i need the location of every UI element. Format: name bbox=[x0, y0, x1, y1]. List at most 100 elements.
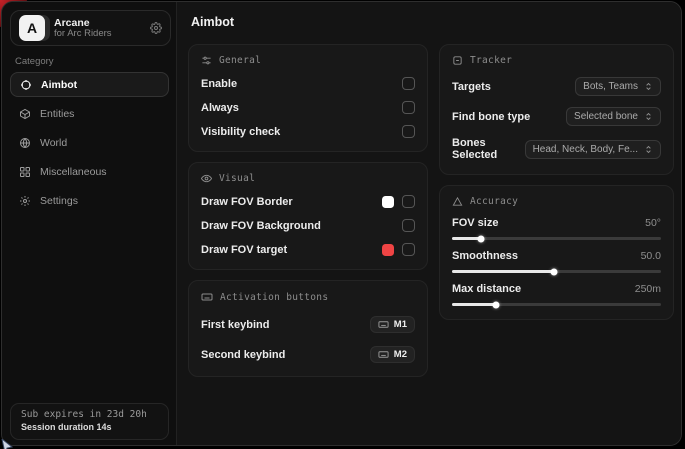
setting-row-fov-border: Draw FOV Border bbox=[201, 195, 415, 208]
card-header-label: Visual bbox=[219, 173, 255, 184]
sidebar-item-world[interactable]: World bbox=[10, 130, 169, 155]
keybind-value: M1 bbox=[394, 319, 407, 330]
fov-size-slider-group: FOV size 50° bbox=[452, 217, 661, 240]
general-card: General Enable Always Visibility check bbox=[188, 44, 428, 152]
slider-value: 50° bbox=[645, 217, 661, 229]
scan-icon bbox=[452, 55, 463, 66]
grid-icon bbox=[19, 166, 31, 178]
setting-row-second-keybind: Second keybind M2 bbox=[201, 346, 415, 363]
setting-label: Max distance bbox=[452, 283, 521, 295]
always-checkbox[interactable] bbox=[402, 101, 415, 114]
setting-label: Visibility check bbox=[201, 126, 280, 138]
brand-logo: A bbox=[19, 15, 45, 41]
setting-label: Enable bbox=[201, 78, 237, 90]
setting-label: Second keybind bbox=[201, 349, 285, 361]
category-label: Category bbox=[15, 56, 54, 67]
setting-row-fov-target: Draw FOV target bbox=[201, 243, 415, 256]
sidebar-item-entities[interactable]: Entities bbox=[10, 101, 169, 126]
setting-row-enable: Enable bbox=[201, 77, 415, 90]
slider-fill bbox=[452, 303, 496, 306]
slider-thumb[interactable] bbox=[492, 301, 499, 308]
color-swatch-red[interactable] bbox=[382, 244, 394, 256]
fov-background-checkbox[interactable] bbox=[402, 219, 415, 232]
dropdown-value: Selected bone bbox=[574, 111, 638, 122]
smoothness-slider[interactable] bbox=[452, 270, 661, 273]
app-window: A Arcane for Arc Riders Category bbox=[1, 1, 682, 446]
session-duration-text: Session duration 14s bbox=[21, 422, 158, 432]
main-content: General Enable Always Visibility check bbox=[188, 44, 674, 387]
activation-card-header: Activation buttons bbox=[201, 291, 415, 303]
sidebar-item-miscellaneous[interactable]: Miscellaneous bbox=[10, 159, 169, 184]
sidebar-item-aimbot[interactable]: Aimbot bbox=[10, 72, 169, 97]
sidebar-item-label: Entities bbox=[40, 108, 74, 120]
setting-row-fov-background: Draw FOV Background bbox=[201, 219, 415, 232]
visual-card-header: Visual bbox=[201, 173, 415, 184]
dropdown-value: Head, Neck, Body, Fe... bbox=[533, 144, 638, 155]
sidebar-nav: Aimbot Entities World bbox=[10, 72, 169, 217]
color-swatch-white[interactable] bbox=[382, 196, 394, 208]
sidebar-item-label: Settings bbox=[40, 195, 78, 207]
globe-icon bbox=[19, 137, 31, 149]
tracker-card: Tracker Targets Bots, Teams bbox=[439, 44, 674, 175]
brand-name: Arcane bbox=[54, 17, 112, 29]
setting-label: Always bbox=[201, 102, 239, 114]
accuracy-card: Accuracy FOV size 50° bbox=[439, 185, 674, 320]
slider-thumb[interactable] bbox=[478, 235, 485, 242]
sidebar-item-label: World bbox=[40, 137, 67, 149]
first-keybind-button[interactable]: M1 bbox=[370, 316, 415, 333]
setting-row-bones-selected: Bones Selected Head, Neck, Body, Fe... bbox=[452, 137, 661, 161]
visibility-check-checkbox[interactable] bbox=[402, 125, 415, 138]
sidebar-item-label: Aimbot bbox=[41, 79, 77, 91]
setting-row-targets: Targets Bots, Teams bbox=[452, 77, 661, 96]
brand-text: Arcane for Arc Riders bbox=[54, 17, 112, 40]
enable-checkbox[interactable] bbox=[402, 77, 415, 90]
settings-gear-icon bbox=[19, 195, 31, 207]
subscription-box: Sub expires in 23d 20h Session duration … bbox=[10, 403, 169, 440]
sidebar-item-settings[interactable]: Settings bbox=[10, 188, 169, 213]
setting-label: Bones Selected bbox=[452, 137, 525, 161]
right-column: Tracker Targets Bots, Teams bbox=[439, 44, 674, 387]
mouse-cursor bbox=[0, 439, 14, 449]
setting-row-find-bone-type: Find bone type Selected bone bbox=[452, 107, 661, 126]
visual-card: Visual Draw FOV Border Draw FOV Backgrou… bbox=[188, 162, 428, 270]
card-header-label: Tracker bbox=[470, 55, 512, 66]
left-column: General Enable Always Visibility check bbox=[188, 44, 428, 387]
setting-label: Smoothness bbox=[452, 250, 518, 262]
dropdown-value: Bots, Teams bbox=[583, 81, 638, 92]
fov-target-checkbox[interactable] bbox=[402, 243, 415, 256]
bones-selected-dropdown[interactable]: Head, Neck, Body, Fe... bbox=[525, 140, 661, 159]
setting-label: Targets bbox=[452, 81, 491, 93]
slider-value: 250m bbox=[635, 283, 661, 295]
accuracy-card-header: Accuracy bbox=[452, 196, 661, 207]
setting-label: Draw FOV Background bbox=[201, 220, 321, 232]
brand-card: A Arcane for Arc Riders bbox=[10, 10, 171, 46]
eye-icon bbox=[201, 173, 212, 184]
fov-border-checkbox[interactable] bbox=[402, 195, 415, 208]
second-keybind-button[interactable]: M2 bbox=[370, 346, 415, 363]
slider-value: 50.0 bbox=[641, 250, 661, 262]
brand-subtitle: for Arc Riders bbox=[54, 29, 112, 40]
triangle-icon bbox=[452, 196, 463, 207]
max-distance-slider[interactable] bbox=[452, 303, 661, 306]
sliders-icon bbox=[201, 55, 212, 66]
keyboard-icon bbox=[378, 319, 389, 330]
chevrons-up-down-icon bbox=[644, 112, 653, 121]
card-header-label: Activation buttons bbox=[220, 292, 328, 303]
sidebar: A Arcane for Arc Riders Category bbox=[2, 2, 177, 445]
slider-thumb[interactable] bbox=[551, 268, 558, 275]
fov-size-slider[interactable] bbox=[452, 237, 661, 240]
chevrons-up-down-icon bbox=[644, 82, 653, 91]
find-bone-type-dropdown[interactable]: Selected bone bbox=[566, 107, 661, 126]
page-title: Aimbot bbox=[191, 15, 234, 29]
setting-label: Find bone type bbox=[452, 111, 530, 123]
setting-row-visibility-check: Visibility check bbox=[201, 125, 415, 138]
sub-expiry-text: Sub expires in 23d 20h bbox=[21, 409, 158, 420]
smoothness-slider-group: Smoothness 50.0 bbox=[452, 250, 661, 273]
gear-icon[interactable] bbox=[150, 22, 162, 34]
setting-label: FOV size bbox=[452, 217, 498, 229]
keybind-value: M2 bbox=[394, 349, 407, 360]
setting-row-first-keybind: First keybind M1 bbox=[201, 316, 415, 333]
targets-dropdown[interactable]: Bots, Teams bbox=[575, 77, 661, 96]
activation-card: Activation buttons First keybind M1 bbox=[188, 280, 428, 377]
crosshair-icon bbox=[20, 79, 32, 91]
